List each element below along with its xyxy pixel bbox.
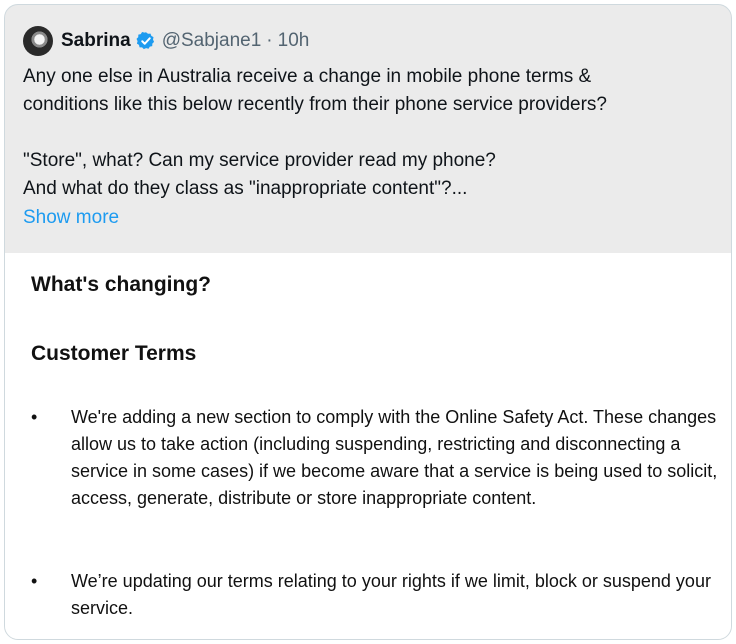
verified-badge-icon — [136, 32, 154, 50]
bullet-marker: • — [31, 407, 38, 427]
author-name[interactable]: Sabrina — [61, 30, 131, 52]
bullet-marker: • — [31, 571, 38, 591]
show-more-link[interactable]: Show more — [23, 204, 119, 232]
author-handle[interactable]: @Sabjane1 — [162, 30, 262, 52]
tweet-header: Sabrina @Sabjane1 · 10h — [23, 26, 310, 56]
separator-dot: · — [266, 30, 273, 51]
image-heading: What's changing? — [31, 273, 211, 296]
timestamp[interactable]: 10h — [278, 30, 310, 52]
attached-image[interactable]: What's changing? Customer Terms • We're … — [5, 253, 731, 639]
tweet-text: Any one else in Australia receive a chan… — [23, 66, 607, 199]
tweet-card[interactable]: Sabrina @Sabjane1 · 10h Any one else in … — [4, 4, 732, 640]
image-subheading: Customer Terms — [31, 342, 197, 365]
avatar[interactable] — [23, 26, 53, 56]
bullet-item-2: We’re updating our terms relating to you… — [71, 571, 711, 618]
bullet-item-1: We're adding a new section to comply wit… — [71, 407, 718, 508]
